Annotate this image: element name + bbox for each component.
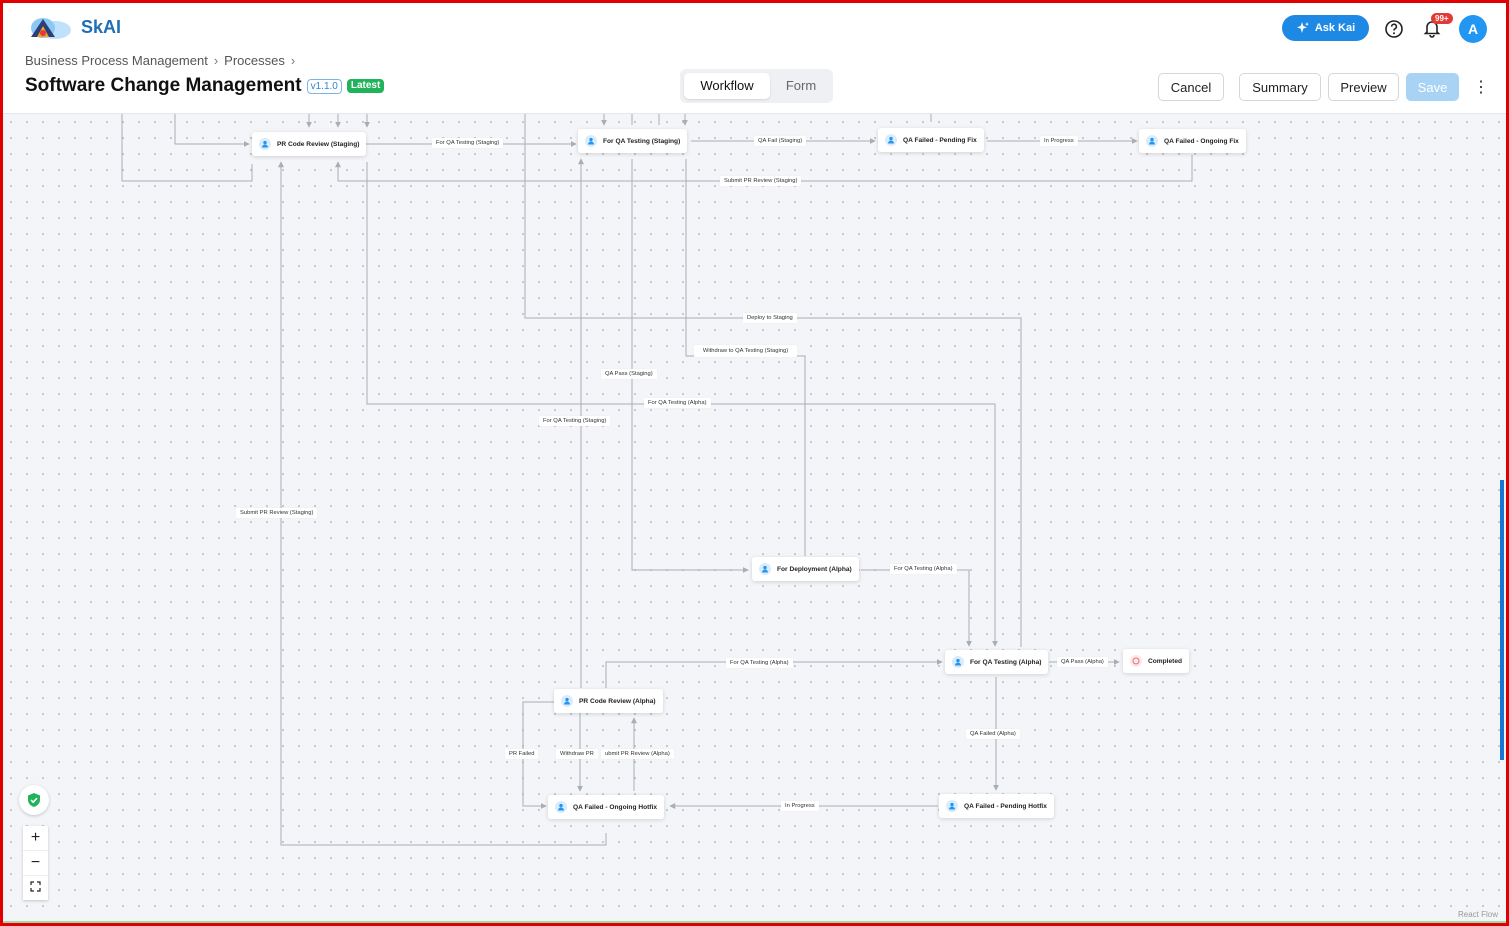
node-label: For QA Testing (Alpha) <box>970 658 1042 666</box>
workflow-node[interactable]: QA Failed - Pending Hotfix <box>939 794 1054 818</box>
edge-label[interactable]: For QA Testing (Alpha) <box>644 398 711 408</box>
workflow-node[interactable]: Completed <box>1123 649 1190 673</box>
edge-label[interactable]: ubmit PR Review (Alpha) <box>601 749 674 759</box>
edge <box>174 114 250 147</box>
node-label: Completed <box>1148 657 1183 665</box>
edge <box>278 161 607 846</box>
edge-label[interactable]: QA Pass (Alpha) <box>1057 657 1108 667</box>
user-icon <box>952 656 964 668</box>
edge-label[interactable]: For QA Testing (Alpha) <box>890 564 957 574</box>
chevron-right-icon: › <box>213 53 219 68</box>
workflow-node[interactable]: QA Failed - Ongoing Fix <box>1139 129 1246 153</box>
user-icon <box>259 138 271 150</box>
node-label: For QA Testing (Staging) <box>603 137 681 145</box>
edge-label[interactable]: Submit PR Review (Staging) <box>720 176 802 186</box>
zoom-controls: + − <box>23 826 48 900</box>
user-icon <box>1146 135 1158 147</box>
view-toggle: Workflow Form <box>680 69 833 103</box>
page-title: Software Change Management <box>25 75 302 96</box>
edge-label[interactable]: Withdraw to QA Testing (Staging) <box>694 345 797 357</box>
user-icon <box>561 695 573 707</box>
workflow-node[interactable]: PR Code Review (Staging) <box>252 132 367 156</box>
edge-label[interactable]: QA Failed (Alpha) <box>966 729 1020 739</box>
user-icon <box>759 563 771 575</box>
breadcrumb-item-bpm[interactable]: Business Process Management <box>25 53 208 68</box>
scrollbar[interactable] <box>1500 480 1504 760</box>
breadcrumb-item-processes[interactable]: Processes <box>224 53 285 68</box>
workflow-node[interactable]: QA Failed - Ongoing Hotfix <box>548 795 665 819</box>
zoom-out-icon[interactable]: − <box>23 851 48 876</box>
edge-label[interactable]: In Progress <box>1040 136 1078 146</box>
latest-badge: Latest <box>346 79 385 93</box>
shield-check-button[interactable] <box>19 785 49 815</box>
edge-label[interactable]: QA Fail (Staging) <box>754 136 807 146</box>
top-bar: SkAI Business Process Management › Proce… <box>3 3 1506 114</box>
edge-label[interactable]: In Progress <box>781 801 819 811</box>
edge-layer <box>121 114 1193 846</box>
shield-check-icon <box>28 793 40 807</box>
user-icon <box>585 135 597 147</box>
preview-button[interactable]: Preview <box>1328 73 1399 101</box>
edge-label[interactable]: Deploy to Staging <box>743 313 797 323</box>
node-label: QA Failed - Pending Hotfix <box>964 802 1047 810</box>
node-label: QA Failed - Pending Fix <box>903 136 977 144</box>
edge-label[interactable]: For QA Testing (Alpha) <box>726 658 793 668</box>
bottom-accent-line <box>3 921 1506 923</box>
edge-label[interactable]: Submit PR Review (Staging) <box>236 508 318 518</box>
breadcrumb: Business Process Management › Processes … <box>25 53 295 68</box>
workflow-node[interactable]: QA Failed - Pending Fix <box>878 128 984 152</box>
avatar[interactable]: A <box>1459 15 1487 43</box>
fit-view-icon[interactable] <box>23 876 48 900</box>
skai-logo-icon <box>31 18 71 39</box>
check-circle-icon <box>1130 655 1142 667</box>
workflow-node[interactable]: For QA Testing (Alpha) <box>945 650 1049 674</box>
more-options-icon[interactable]: ⋮ <box>1473 77 1489 97</box>
node-label: QA Failed - Ongoing Fix <box>1164 137 1239 145</box>
edge <box>685 159 806 556</box>
node-label: For Deployment (Alpha) <box>777 565 852 573</box>
edge <box>631 159 749 573</box>
user-icon <box>885 134 897 146</box>
title-row: Software Change Management v1.1.0 Latest <box>25 75 385 97</box>
node-label: PR Code Review (Staging) <box>277 140 360 148</box>
workflow-node[interactable]: For QA Testing (Staging) <box>578 129 688 153</box>
ask-kai-label: Ask Kai <box>1314 22 1356 34</box>
edge-label[interactable]: For QA Testing (Staging) <box>539 416 611 426</box>
save-button[interactable]: Save <box>1406 73 1459 101</box>
brand[interactable]: SkAI <box>25 13 121 41</box>
node-label: QA Failed - Ongoing Hotfix <box>573 803 658 811</box>
zoom-in-icon[interactable]: + <box>23 826 48 851</box>
edge-label[interactable]: For QA Testing (Staging) <box>432 138 504 148</box>
help-icon[interactable] <box>1384 19 1404 39</box>
sparkle-icon <box>1296 22 1309 33</box>
node-label: PR Code Review (Alpha) <box>579 697 656 705</box>
summary-button[interactable]: Summary <box>1239 73 1321 101</box>
tab-workflow[interactable]: Workflow <box>684 73 770 99</box>
workflow-node[interactable]: PR Code Review (Alpha) <box>554 689 663 713</box>
cancel-button[interactable]: Cancel <box>1158 73 1224 101</box>
edge <box>861 569 972 647</box>
workflow-node[interactable]: For Deployment (Alpha) <box>752 557 859 581</box>
edge-label[interactable]: QA Pass (Staging) <box>601 369 657 379</box>
version-badge: v1.1.0 <box>306 78 342 94</box>
edge <box>121 114 253 182</box>
edge-label[interactable]: PR Failed <box>505 749 539 759</box>
chevron-right-icon: › <box>290 53 296 68</box>
notification-badge: 99+ <box>1431 13 1453 24</box>
workflow-canvas[interactable]: For QA Testing (Staging) QA Fail (Stagin… <box>3 114 1506 923</box>
react-flow-attribution[interactable]: React Flow <box>1458 910 1498 919</box>
edge-label[interactable]: Withdraw PR <box>556 749 598 759</box>
app-name: SkAI <box>81 16 122 37</box>
ask-kai-button[interactable]: Ask Kai <box>1282 15 1369 41</box>
user-icon <box>555 801 567 813</box>
tab-form[interactable]: Form <box>772 73 830 99</box>
user-icon <box>946 800 958 812</box>
